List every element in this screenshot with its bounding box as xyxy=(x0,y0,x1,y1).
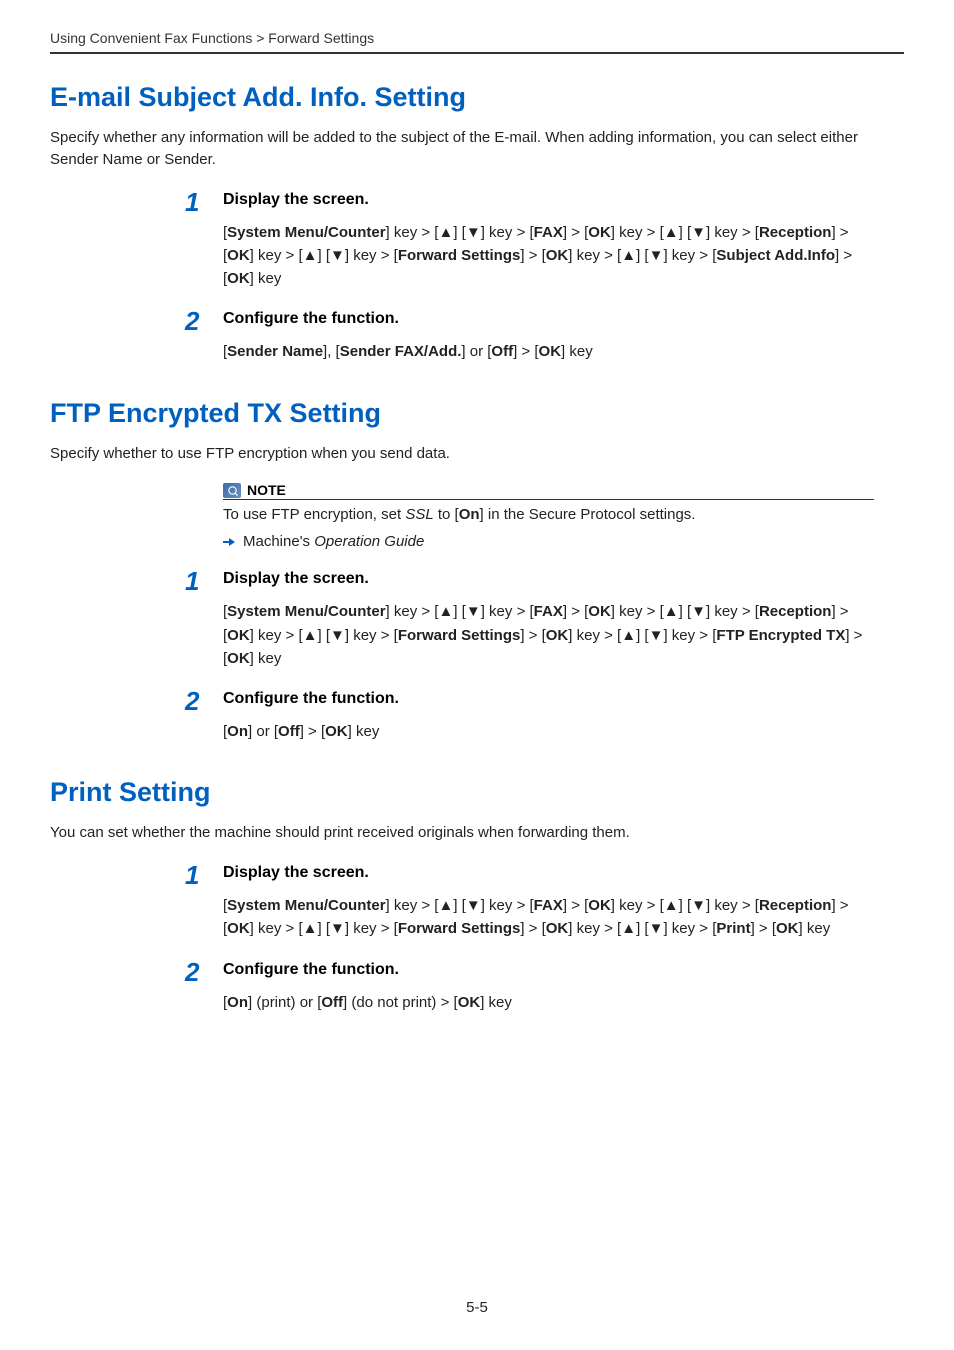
step-number-icon: 2 xyxy=(185,308,223,334)
step-body: [Sender Name], [Sender FAX/Add.] or [Off… xyxy=(223,340,874,363)
note-rule xyxy=(223,499,874,500)
step-title: Configure the function. xyxy=(223,688,399,708)
step-title: Configure the function. xyxy=(223,308,399,328)
step-body: [System Menu/Counter] key > [▲] [▼] key … xyxy=(223,221,874,291)
step-body: [System Menu/Counter] key > [▲] [▼] key … xyxy=(223,600,874,670)
breadcrumb: Using Convenient Fax Functions > Forward… xyxy=(50,30,904,46)
cross-reference-text: Machine's Operation Guide xyxy=(243,533,424,550)
step-number-icon: 1 xyxy=(185,189,223,215)
step-number-icon: 1 xyxy=(185,568,223,594)
section-title-ftp-encrypted: FTP Encrypted TX Setting xyxy=(50,398,904,429)
step-title: Display the screen. xyxy=(223,189,369,209)
step-header: 2 Configure the function. xyxy=(185,959,904,985)
step-header: 2 Configure the function. xyxy=(185,688,904,714)
page-number: 5-5 xyxy=(0,1299,954,1316)
note-block: NOTE To use FTP encryption, set SSL to [… xyxy=(223,482,874,550)
step-number-icon: 2 xyxy=(185,959,223,985)
step-number-icon: 1 xyxy=(185,862,223,888)
step-body: [System Menu/Counter] key > [▲] [▼] key … xyxy=(223,894,874,941)
step-number-icon: 2 xyxy=(185,688,223,714)
step-header: 1 Display the screen. xyxy=(185,568,904,594)
note-icon xyxy=(223,483,241,498)
step-header: 1 Display the screen. xyxy=(185,189,904,215)
section-intro: Specify whether any information will be … xyxy=(50,127,904,171)
section-title-print-setting: Print Setting xyxy=(50,777,904,808)
step-body: [On] (print) or [Off] (do not print) > [… xyxy=(223,991,874,1014)
step-header: 1 Display the screen. xyxy=(185,862,904,888)
step-body: [On] or [Off] > [OK] key xyxy=(223,720,874,743)
note-label: NOTE xyxy=(247,482,286,498)
step-title: Display the screen. xyxy=(223,568,369,588)
header-rule xyxy=(50,52,904,54)
section-title-email-subject: E-mail Subject Add. Info. Setting xyxy=(50,82,904,113)
note-text: To use FTP encryption, set SSL to [On] i… xyxy=(223,504,874,525)
cross-reference: Machine's Operation Guide xyxy=(223,533,874,550)
step-header: 2 Configure the function. xyxy=(185,308,904,334)
section-intro: You can set whether the machine should p… xyxy=(50,822,904,844)
section-intro: Specify whether to use FTP encryption wh… xyxy=(50,443,904,465)
arrow-right-icon xyxy=(223,536,235,548)
step-title: Display the screen. xyxy=(223,862,369,882)
step-title: Configure the function. xyxy=(223,959,399,979)
